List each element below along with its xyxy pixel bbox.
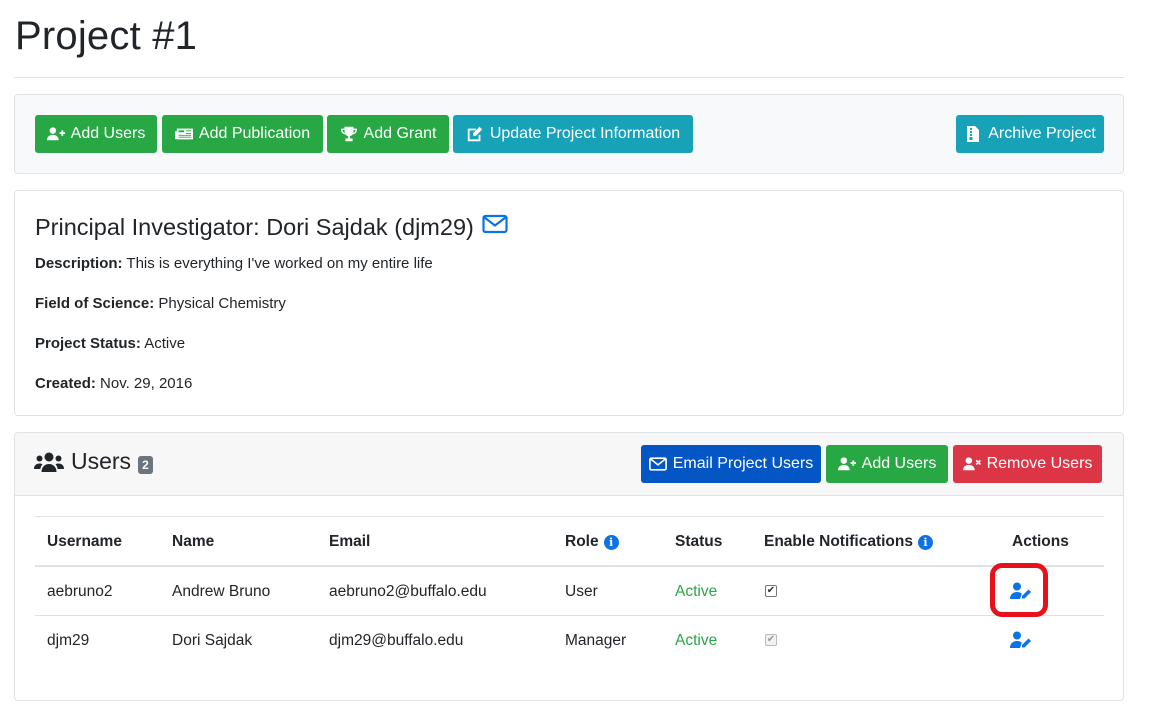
cell-email: djm29@buffalo.edu bbox=[329, 632, 464, 649]
archive-project-button[interactable]: Archive Project bbox=[956, 115, 1104, 153]
column-header-role-label: Role bbox=[565, 533, 599, 550]
cell-status: Active bbox=[675, 632, 718, 649]
created-line: Created: Nov. 29, 2016 bbox=[35, 375, 192, 392]
email-project-users-button[interactable]: Email Project Users bbox=[641, 445, 821, 483]
cell-name: Andrew Bruno bbox=[172, 583, 271, 600]
created-label: Created: bbox=[35, 375, 96, 392]
red-highlight-annotation bbox=[990, 563, 1048, 617]
column-header-name[interactable]: Name bbox=[172, 533, 214, 551]
table-top-border bbox=[35, 516, 1104, 517]
remove-users-button[interactable]: Remove Users bbox=[953, 445, 1102, 483]
add-grant-button[interactable]: Add Grant bbox=[327, 115, 449, 153]
project-toolbar: Add Users Add Publication Add Grant Upda… bbox=[14, 94, 1124, 174]
column-header-role[interactable]: Role i bbox=[565, 533, 619, 551]
principal-investigator-heading: Principal Investigator: Dori Sajdak (djm… bbox=[35, 213, 508, 241]
table-header-border bbox=[35, 565, 1104, 567]
description-line: Description: This is everything I've wor… bbox=[35, 255, 433, 272]
project-status-line: Project Status: Active bbox=[35, 335, 185, 352]
add-publication-label: Add Publication bbox=[198, 125, 311, 142]
description-value: This is everything I've worked on my ent… bbox=[126, 255, 433, 272]
enable-notifications-checkbox-disabled: ✔ bbox=[765, 634, 777, 646]
user-plus-icon bbox=[46, 127, 65, 141]
cell-username: djm29 bbox=[47, 632, 90, 649]
created-value: Nov. 29, 2016 bbox=[100, 375, 193, 392]
edit-icon bbox=[467, 126, 483, 142]
trophy-icon bbox=[340, 126, 357, 142]
cell-role: User bbox=[565, 583, 598, 600]
column-header-actions: Actions bbox=[1012, 533, 1069, 551]
add-publication-button[interactable]: Add Publication bbox=[162, 115, 323, 153]
field-of-science-line: Field of Science: Physical Chemistry bbox=[35, 295, 286, 312]
users-count-badge: 2 bbox=[138, 455, 153, 474]
remove-users-label: Remove Users bbox=[986, 455, 1093, 472]
newspaper-icon bbox=[174, 128, 193, 140]
edit-user-icon[interactable] bbox=[1010, 631, 1032, 649]
field-of-science-value: Physical Chemistry bbox=[158, 295, 286, 312]
cell-status: Active bbox=[675, 583, 718, 600]
add-users-button[interactable]: Add Users bbox=[35, 115, 157, 153]
column-header-email[interactable]: Email bbox=[329, 533, 370, 551]
column-header-username[interactable]: Username bbox=[47, 533, 122, 551]
update-project-info-button[interactable]: Update Project Information bbox=[453, 115, 693, 153]
cell-username: aebruno2 bbox=[47, 583, 113, 600]
add-grant-label: Add Grant bbox=[363, 125, 437, 142]
user-plus-icon bbox=[837, 457, 856, 471]
column-header-notifications-label: Enable Notifications bbox=[764, 533, 913, 550]
title-divider bbox=[14, 77, 1124, 78]
cell-role: Manager bbox=[565, 632, 627, 649]
info-circle-icon[interactable]: i bbox=[603, 534, 619, 550]
column-header-username-label: Username bbox=[47, 533, 122, 550]
column-header-status[interactable]: Status bbox=[675, 533, 722, 551]
envelope-icon[interactable] bbox=[482, 213, 508, 241]
add-users-label: Add Users bbox=[70, 125, 146, 142]
cell-name: Dori Sajdak bbox=[172, 632, 253, 649]
users-add-users-label: Add Users bbox=[861, 455, 937, 472]
users-icon bbox=[34, 452, 64, 472]
page-title: Project #1 bbox=[15, 14, 198, 58]
users-title-text: Users bbox=[71, 448, 132, 474]
users-add-users-button[interactable]: Add Users bbox=[826, 445, 948, 483]
cell-email: aebruno2@buffalo.edu bbox=[329, 583, 487, 600]
description-label: Description: bbox=[35, 255, 123, 272]
users-card-header: Users 2 Email Project Users Add Users Re… bbox=[15, 433, 1123, 496]
project-status-label: Project Status: bbox=[35, 335, 141, 352]
field-of-science-label: Field of Science: bbox=[35, 295, 155, 312]
column-header-status-label: Status bbox=[675, 533, 723, 550]
info-circle-icon[interactable]: i bbox=[918, 534, 933, 550]
pi-text: Principal Investigator: Dori Sajdak (djm… bbox=[35, 213, 474, 240]
project-status-value: Active bbox=[144, 335, 186, 352]
email-project-users-label: Email Project Users bbox=[672, 455, 814, 472]
enable-notifications-checkbox[interactable]: ✔ bbox=[765, 585, 777, 597]
envelope-icon bbox=[648, 457, 667, 471]
update-project-info-label: Update Project Information bbox=[489, 125, 681, 142]
column-header-email-label: Email bbox=[329, 533, 371, 550]
user-times-icon bbox=[962, 457, 981, 471]
column-header-actions-label: Actions bbox=[1012, 533, 1069, 550]
column-header-name-label: Name bbox=[172, 533, 215, 550]
file-archive-icon bbox=[967, 126, 980, 142]
archive-project-label: Archive Project bbox=[988, 125, 1096, 142]
users-title: Users 2 bbox=[34, 448, 153, 475]
table-row-border bbox=[35, 615, 1104, 616]
project-info-card: Principal Investigator: Dori Sajdak (djm… bbox=[14, 190, 1124, 416]
column-header-notifications[interactable]: Enable Notifications i bbox=[764, 533, 933, 551]
users-card: Users 2 Email Project Users Add Users Re… bbox=[14, 432, 1124, 701]
